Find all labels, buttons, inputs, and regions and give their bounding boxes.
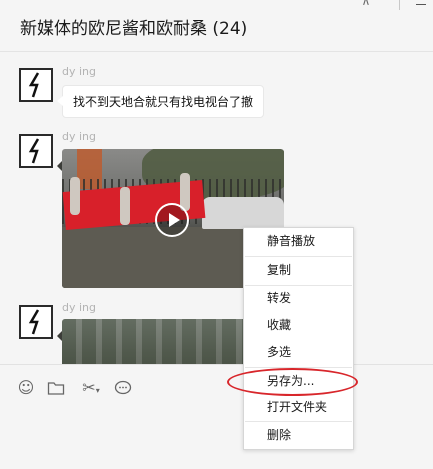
video-frame-detail: [120, 187, 130, 225]
play-icon[interactable]: [155, 203, 189, 237]
menu-item-open-folder[interactable]: 打开文件夹: [244, 394, 353, 421]
lightning-avatar-icon: [28, 72, 40, 98]
emoji-icon[interactable]: ☺: [16, 378, 36, 398]
chat-area[interactable]: dy ing 找不到天地合就只有找电视台了撤 dy ing dy ing: [0, 53, 433, 365]
chat-title: 新媒体的欧尼酱和欧耐桑 (24): [20, 19, 248, 39]
scissors-icon[interactable]: ✂▾: [78, 378, 104, 398]
context-menu: 静音播放 复制 转发 收藏 多选 另存为... 打开文件夹 删除: [243, 227, 354, 450]
menu-item-multi-select[interactable]: 多选: [244, 339, 353, 366]
menu-item-copy[interactable]: 复制: [244, 257, 353, 284]
input-toolbar: ☺ ✂▾: [0, 365, 433, 469]
minimize-button[interactable]: [414, 0, 430, 10]
highlight-annotation: [227, 368, 358, 396]
window-controls-divider: [399, 0, 400, 10]
video-frame-detail: [70, 177, 80, 215]
avatar[interactable]: [19, 305, 53, 339]
menu-item-mute-play[interactable]: 静音播放: [244, 228, 353, 255]
video-frame-detail: [202, 197, 284, 229]
lightning-avatar-icon: [28, 138, 40, 164]
avatar[interactable]: [19, 68, 53, 102]
menu-item-delete[interactable]: 删除: [244, 422, 353, 449]
lightning-avatar-icon: [28, 309, 40, 335]
avatar[interactable]: [19, 134, 53, 168]
message-bubble[interactable]: 找不到天地合就只有找电视台了撤: [56, 85, 265, 118]
folder-icon-svg: [47, 382, 65, 395]
title-bar: 新媒体的欧尼酱和欧耐桑 (24) ⊼: [0, 0, 433, 52]
sender-name: dy ing: [62, 65, 96, 78]
sender-name: dy ing: [62, 130, 96, 143]
chat-history-icon[interactable]: [113, 378, 133, 398]
pin-icon[interactable]: ⊼: [358, 0, 374, 8]
menu-item-forward[interactable]: 转发: [244, 285, 353, 312]
chat-bubble-icon-svg: [114, 380, 132, 395]
sender-name: dy ing: [62, 301, 96, 314]
folder-icon[interactable]: [46, 378, 66, 398]
chevron-down-icon: ▾: [95, 386, 100, 395]
menu-item-favorite[interactable]: 收藏: [244, 312, 353, 339]
